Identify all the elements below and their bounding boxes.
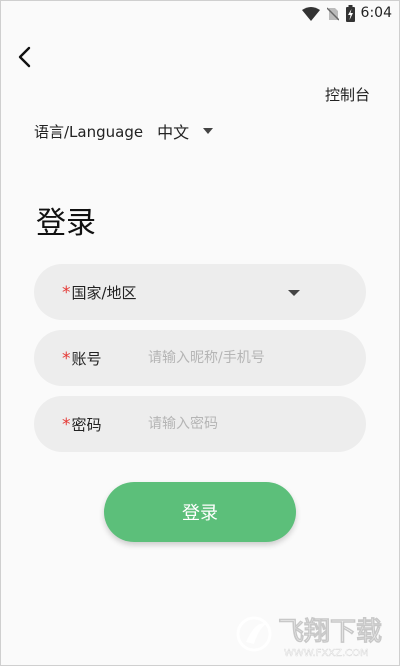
wifi-icon	[302, 7, 320, 21]
language-selector[interactable]: 语言/Language 中文	[34, 119, 214, 143]
region-label: *国家/地区	[62, 282, 137, 303]
region-select[interactable]: *国家/地区	[34, 264, 366, 320]
back-chevron-icon[interactable]	[14, 44, 36, 70]
required-mark: *	[62, 348, 71, 369]
dropdown-caret-icon	[203, 128, 214, 134]
login-button[interactable]: 登录	[104, 482, 296, 542]
required-mark: *	[62, 414, 71, 435]
no-sim-icon	[327, 7, 339, 21]
required-mark: *	[62, 282, 71, 303]
status-bar: 6:04	[0, 0, 400, 28]
account-label: *账号	[62, 348, 102, 369]
language-value: 中文	[157, 123, 190, 142]
svg-text:WWW.FXXZ.COM: WWW.FXXZ.COM	[284, 648, 369, 659]
status-time: 6:04	[360, 5, 392, 21]
account-input[interactable]	[146, 349, 340, 367]
language-label: 语言/Language	[34, 122, 144, 141]
site-watermark-logo: 飞翔下载 WWW.FXXZ.COM	[236, 616, 382, 659]
password-label: *密码	[62, 414, 102, 435]
console-link[interactable]: 控制台	[325, 84, 370, 105]
account-field: *账号	[34, 330, 366, 386]
password-input[interactable]	[146, 415, 340, 433]
dropdown-caret-icon	[288, 290, 300, 296]
battery-charging-icon	[346, 5, 355, 22]
password-field: *密码	[34, 396, 366, 452]
page-title: 登录	[36, 206, 96, 241]
svg-text:飞翔下载: 飞翔下载	[278, 617, 382, 647]
